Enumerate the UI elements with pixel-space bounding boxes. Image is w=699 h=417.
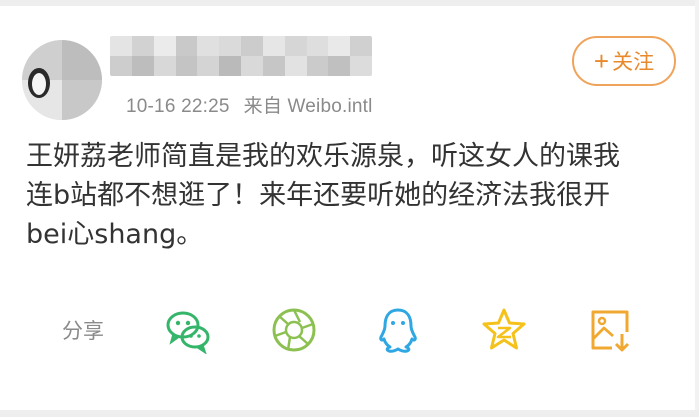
bottom-divider [0, 410, 699, 417]
qq-icon[interactable] [374, 306, 422, 354]
post-text-line: 王妍荔老师简直是我的欢乐源泉，听这女人的课我 [26, 141, 620, 172]
username-blurred[interactable] [110, 36, 372, 76]
avatar[interactable] [22, 40, 102, 120]
top-divider [0, 0, 699, 6]
moments-icon[interactable] [270, 306, 318, 354]
save-image-icon[interactable] [586, 306, 634, 354]
wechat-icon[interactable] [164, 306, 212, 354]
post-content: 王妍荔老师简直是我的欢乐源泉，听这女人的课我 连b站都不想逛了！来年还要听她的经… [26, 137, 666, 254]
share-bar: 分享 [0, 300, 699, 360]
share-label: 分享 [62, 320, 104, 343]
post-text-line: 连b站都不想逛了！来年还要听她的经济法我很开 [26, 180, 611, 211]
qzone-icon[interactable] [480, 306, 528, 354]
follow-label: 关注 [612, 51, 655, 74]
post-meta: 10-16 22:25 来自 Weibo.intl [126, 91, 373, 118]
post-text-line: bei心shang。 [26, 219, 204, 250]
post-time: 10-16 22:25 [126, 96, 230, 117]
follow-button[interactable]: + 关注 [572, 36, 676, 86]
plus-icon: + [593, 46, 610, 76]
post-source: 来自 Weibo.intl [243, 96, 373, 117]
